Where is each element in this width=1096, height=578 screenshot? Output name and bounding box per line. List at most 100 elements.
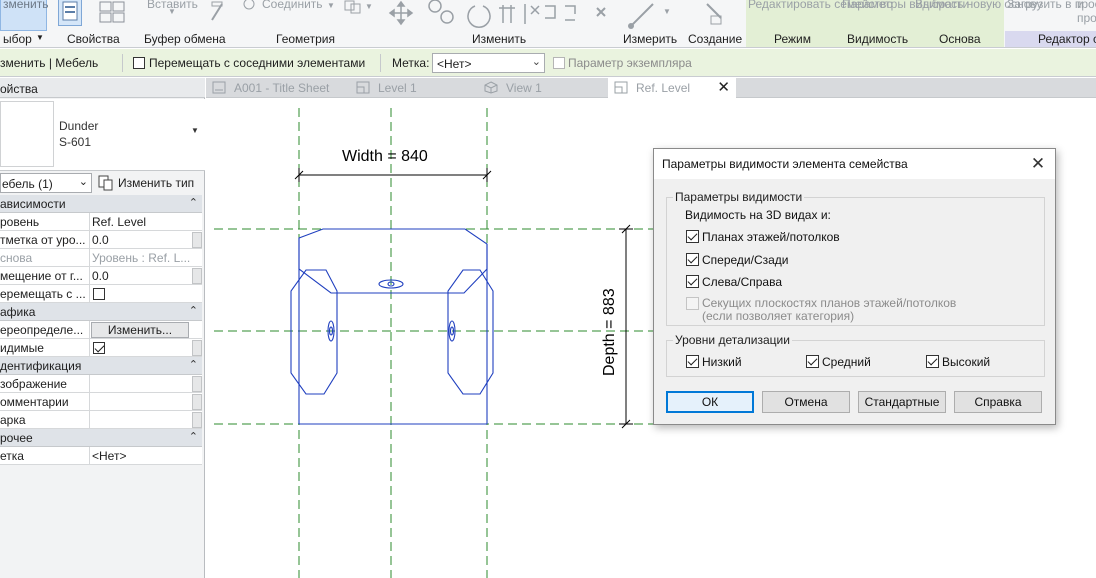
scrollbar-thumb[interactable] xyxy=(192,232,202,248)
load-into-project-button[interactable]: Загрузить в проект xyxy=(1007,0,1096,11)
cut-geometry-icon[interactable]: ▼ xyxy=(343,0,373,14)
group-graphics[interactable]: афика ⌃ xyxy=(0,303,202,321)
scrollbar-thumb[interactable] xyxy=(192,376,202,392)
left-right-checkbox[interactable] xyxy=(686,275,699,288)
chevron-down-icon: ⌄ xyxy=(531,56,541,68)
group-select[interactable]: ыбор xyxy=(3,32,32,47)
prop-move-key: еремещать с ... xyxy=(0,287,86,301)
prop-comments-value[interactable] xyxy=(89,393,192,411)
prop-host-key: снова xyxy=(0,251,33,265)
modify-button[interactable]: зменить xyxy=(0,0,49,31)
group-identity[interactable]: дентификация ⌃ xyxy=(0,357,202,375)
properties-icon[interactable] xyxy=(58,0,82,26)
prop-elevation[interactable]: тметка от уро... 0.0 xyxy=(0,231,202,249)
type-dropdown-icon[interactable]: ▼ xyxy=(191,126,199,135)
edit-family-button[interactable]: Редактировать семейство xyxy=(748,0,893,11)
prop-mark[interactable]: арка xyxy=(0,411,202,429)
group-constraints[interactable]: ависимости ⌃ xyxy=(0,195,202,213)
svg-text:▼: ▼ xyxy=(663,7,671,16)
properties-title-text: ойства xyxy=(0,82,38,96)
measure-icon[interactable]: ▼ xyxy=(625,0,675,30)
tab-level-1-label: Level 1 xyxy=(378,81,417,95)
tab-view-1[interactable]: View 1 xyxy=(478,78,602,98)
prop-overrides-key: ереопределе... xyxy=(0,323,84,337)
create-icon[interactable] xyxy=(697,0,731,30)
group-measure: Измерить xyxy=(623,32,678,46)
tab-title-sheet[interactable]: A001 - Title Sheet xyxy=(206,78,344,98)
prop-visible[interactable]: идимые xyxy=(0,339,202,357)
prop-move-checkbox[interactable] xyxy=(93,288,105,300)
pick-new-host-button[interactable]: Выбрать новую основу xyxy=(915,0,1043,11)
modify-tools-icons[interactable] xyxy=(385,0,615,30)
prop-image-value[interactable] xyxy=(89,375,192,393)
type-subname: S-601 xyxy=(59,135,92,149)
instance-param-checkbox[interactable] xyxy=(553,57,565,69)
load-into-project-close-button[interactable]: про xyxy=(1077,11,1096,25)
scrollbar-thumb[interactable] xyxy=(192,268,202,284)
join-button[interactable]: Соединить xyxy=(262,0,323,11)
fine-checkbox[interactable] xyxy=(926,355,939,368)
type-thumbnail xyxy=(0,101,54,167)
prop-comments[interactable]: омментарии xyxy=(0,393,202,411)
paste-dropdown-icon: ▼ xyxy=(168,7,176,16)
defaults-button[interactable]: Стандартные xyxy=(858,391,946,413)
override-edit-button[interactable]: Изменить... xyxy=(91,322,189,338)
dialog-title: Параметры видимости элемента семейства xyxy=(662,157,908,171)
left-right-label: Слева/Справа xyxy=(702,275,783,289)
tab-ref-level[interactable]: Ref. Level ✕ xyxy=(608,78,736,98)
group-identity-label: дентификация xyxy=(0,359,82,373)
scrollbar-thumb[interactable] xyxy=(192,340,202,356)
coarse-checkbox[interactable] xyxy=(686,355,699,368)
detail-level-fieldset-legend: Уровни детализации xyxy=(673,333,792,347)
edit-type-button[interactable]: Изменить тип xyxy=(96,173,199,193)
group-other[interactable]: рочее ⌃ xyxy=(0,429,202,447)
tab-level-1[interactable]: Level 1 xyxy=(350,78,472,98)
prop-tag-value[interactable]: <Нет> xyxy=(89,447,192,465)
join-icon[interactable] xyxy=(242,0,256,14)
prop-visible-key: идимые xyxy=(0,341,44,355)
visibility-settings-button[interactable]: Параметры видимости xyxy=(842,0,969,11)
collapse-icon: ⌃ xyxy=(188,431,198,443)
instance-filter-value: ебель (1) xyxy=(2,177,53,191)
prop-move-with-nearby[interactable]: еремещать с ... xyxy=(0,285,202,303)
tag-select[interactable]: <Нет> ⌄ xyxy=(432,53,545,73)
prop-level[interactable]: ровень Ref. Level xyxy=(0,213,202,231)
type-properties-icon[interactable] xyxy=(98,0,128,26)
prop-mark-value[interactable] xyxy=(89,411,192,429)
group-create: Создание xyxy=(688,32,743,46)
move-with-nearby-label: Перемещать с соседними элементами xyxy=(149,56,366,70)
prop-visible-checkbox[interactable] xyxy=(93,342,105,354)
move-with-nearby-checkbox[interactable] xyxy=(133,57,145,69)
clipboard-tools-icon[interactable] xyxy=(210,0,226,24)
prop-tag[interactable]: етка <Нет> xyxy=(0,447,202,465)
medium-checkbox[interactable] xyxy=(806,355,819,368)
collapse-icon: ⌃ xyxy=(188,359,198,371)
dialog-titlebar[interactable]: Параметры видимости элемента семейства ✕ xyxy=(654,149,1055,179)
scrollbar-thumb[interactable] xyxy=(192,394,202,410)
instance-filter-select[interactable]: ебель (1) ⌄ xyxy=(0,173,92,193)
prop-overrides[interactable]: ереопределе... Изменить... xyxy=(0,321,202,339)
prop-image[interactable]: зображение xyxy=(0,375,202,393)
cancel-button[interactable]: Отмена xyxy=(762,391,850,413)
help-button[interactable]: Справка xyxy=(954,391,1042,413)
cut-planes-label: Секущих плоскостях планов этажей/потолко… xyxy=(702,296,957,310)
prop-level-value[interactable]: Ref. Level xyxy=(89,213,192,231)
prop-offset[interactable]: мещение от г... 0.0 xyxy=(0,267,202,285)
prop-offset-value[interactable]: 0.0 xyxy=(89,267,192,285)
front-back-checkbox[interactable] xyxy=(686,253,699,266)
modify-button-label: зменить xyxy=(3,0,49,11)
prop-elevation-value[interactable]: 0.0 xyxy=(89,231,192,249)
floor-plan-icon xyxy=(614,81,628,94)
type-selector[interactable]: Dunder S-601 ▼ xyxy=(0,99,205,171)
plans-checkbox[interactable] xyxy=(686,230,699,243)
floor-plan-icon xyxy=(356,81,370,94)
cut-planes-checkbox[interactable] xyxy=(686,297,699,310)
group-other-label: рочее xyxy=(0,431,33,445)
ok-button[interactable]: ОК xyxy=(666,391,754,413)
close-icon[interactable]: ✕ xyxy=(1027,153,1049,175)
ribbon: зменить Вставить ▼ Соединить ▼ ▼ ▼ Редак… xyxy=(0,0,1096,48)
collapse-icon: ⌃ xyxy=(188,305,198,317)
3d-view-icon xyxy=(484,81,498,94)
close-icon[interactable]: ✕ xyxy=(717,78,730,96)
scrollbar-thumb[interactable] xyxy=(192,412,202,428)
